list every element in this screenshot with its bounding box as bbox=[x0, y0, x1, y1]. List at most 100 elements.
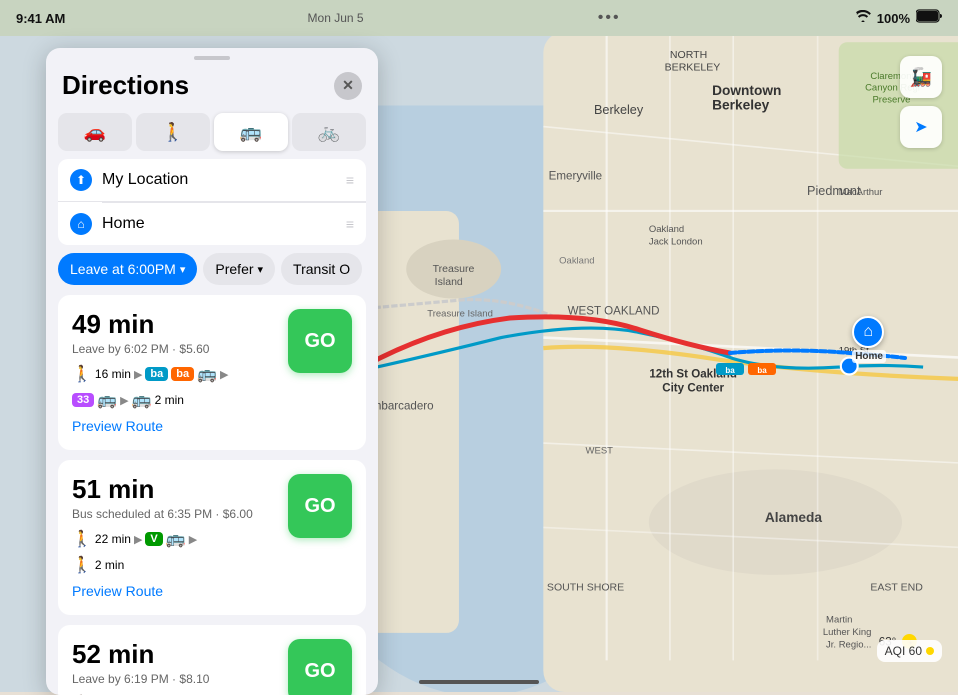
svg-text:NORTH: NORTH bbox=[670, 49, 707, 61]
destination-label: Home bbox=[102, 215, 336, 233]
origin-label: My Location bbox=[102, 171, 336, 189]
svg-text:Treasure: Treasure bbox=[433, 263, 475, 275]
svg-text:Luther King: Luther King bbox=[823, 627, 872, 638]
bart-badge-2: ba bbox=[171, 367, 194, 381]
route-2-time: 51 min bbox=[72, 474, 288, 505]
destination-drag-handle[interactable]: ≡ bbox=[346, 216, 354, 232]
bus-icon-2: 🚌 bbox=[97, 390, 117, 410]
route-2: 51 min Bus scheduled at 6:35 PM · $6.00 … bbox=[58, 460, 366, 615]
walk-2min: 2 min bbox=[155, 393, 184, 407]
bart-badge-1: ba bbox=[145, 367, 168, 381]
walk-duration: 16 min bbox=[95, 367, 131, 381]
transit-toggle-button[interactable]: 🚂 bbox=[900, 56, 942, 98]
arrow-1: ▶ bbox=[134, 368, 142, 381]
route-3: 52 min Leave by 6:19 PM · $8.10 🚶 5 min … bbox=[58, 625, 366, 695]
bus-icon-1: 🚌 bbox=[197, 364, 217, 384]
walk-icon-2: 🚶 bbox=[72, 529, 92, 549]
arrow-3: ▶ bbox=[120, 394, 128, 407]
aqi-label: AQI 60 bbox=[885, 644, 922, 658]
svg-text:Alameda: Alameda bbox=[765, 510, 822, 525]
svg-text:Jr. Regio...: Jr. Regio... bbox=[826, 640, 871, 651]
prefer-chevron: ▾ bbox=[258, 263, 264, 276]
walk-icon: 🚶 bbox=[72, 364, 92, 384]
destination-row[interactable]: ⌂ Home ≡ bbox=[58, 203, 366, 245]
svg-text:Martin: Martin bbox=[826, 614, 852, 625]
location-fields-wrapper: ⬆ My Location ≡ ⌂ Home ≡ bbox=[46, 159, 378, 245]
route-1-details: Leave by 6:02 PM · $5.60 bbox=[72, 342, 288, 356]
route-1: 49 min Leave by 6:02 PM · $5.60 🚶 16 min… bbox=[58, 295, 366, 450]
home-pin-icon: ⌂ bbox=[852, 316, 884, 348]
badge-v: V bbox=[145, 532, 162, 546]
route-1-time: 49 min bbox=[72, 309, 288, 340]
panel-header: Directions ✕ bbox=[46, 60, 378, 109]
leave-at-label: Leave at 6:00PM bbox=[70, 261, 176, 277]
leave-at-button[interactable]: Leave at 6:00PM ▾ bbox=[58, 253, 197, 285]
wifi-icon bbox=[855, 9, 871, 27]
svg-text:Jack London: Jack London bbox=[649, 237, 703, 248]
close-button[interactable]: ✕ bbox=[334, 72, 362, 100]
filters-row: Leave at 6:00PM ▾ Prefer ▾ Transit O bbox=[46, 253, 378, 295]
tab-walk[interactable]: 🚶 bbox=[136, 113, 210, 151]
home-pin: ⌂ Home bbox=[852, 316, 886, 363]
svg-text:Oakland: Oakland bbox=[559, 256, 594, 267]
status-dots: ••• bbox=[598, 9, 621, 27]
tab-transit[interactable]: 🚌 bbox=[214, 113, 288, 151]
route-3-go-button[interactable]: GO bbox=[288, 639, 352, 695]
route-3-time: 52 min bbox=[72, 639, 288, 670]
transit-options-button[interactable]: Transit O bbox=[281, 253, 362, 285]
directions-panel: Directions ✕ 🚗 🚶 🚌 🚲 ⬆ My Location ≡ ⌂ H… bbox=[46, 48, 378, 695]
route-2-preview[interactable]: Preview Route bbox=[72, 583, 163, 599]
svg-text:Emeryville: Emeryville bbox=[549, 169, 602, 182]
panel-title: Directions bbox=[62, 70, 189, 101]
route-1-preview[interactable]: Preview Route bbox=[72, 418, 163, 434]
prefer-button[interactable]: Prefer ▾ bbox=[203, 253, 275, 285]
origin-drag-handle[interactable]: ≡ bbox=[346, 172, 354, 188]
route-2-steps-bottom: 🚶 2 min bbox=[72, 555, 288, 575]
svg-text:WEST: WEST bbox=[586, 446, 614, 457]
svg-text:Berkeley: Berkeley bbox=[594, 103, 644, 117]
routes-container: 49 min Leave by 6:02 PM · $5.60 🚶 16 min… bbox=[46, 295, 378, 695]
route-1-go-button[interactable]: GO bbox=[288, 309, 352, 373]
arrow-2: ▶ bbox=[220, 368, 228, 381]
battery-icon bbox=[916, 9, 942, 28]
route-3-details: Leave by 6:19 PM · $8.10 bbox=[72, 672, 288, 686]
battery-percent: 100% bbox=[877, 11, 910, 26]
svg-text:WEST OAKLAND: WEST OAKLAND bbox=[568, 304, 660, 317]
route-2-go-button[interactable]: GO bbox=[288, 474, 352, 538]
location-arrow-button[interactable]: ➤ bbox=[900, 106, 942, 148]
svg-text:City Center: City Center bbox=[662, 381, 724, 394]
svg-text:EAST END: EAST END bbox=[870, 582, 923, 594]
map-controls: 🚂 ➤ bbox=[900, 56, 942, 148]
route-1-steps-bottom: 33 🚌 ▶ 🚌 2 min bbox=[72, 390, 288, 410]
route-2-steps-top: 🚶 22 min ▶ V 🚌 ▶ bbox=[72, 529, 288, 549]
prefer-label: Prefer bbox=[215, 261, 253, 277]
svg-text:BERKELEY: BERKELEY bbox=[665, 62, 721, 74]
status-time: 9:41 AM bbox=[16, 11, 65, 26]
home-location-icon: ⌂ bbox=[70, 213, 92, 235]
badge-33: 33 bbox=[72, 393, 94, 407]
svg-text:12th St Oakland: 12th St Oakland bbox=[649, 368, 737, 381]
walk-duration-2: 22 min bbox=[95, 532, 131, 546]
bottom-indicator bbox=[419, 680, 539, 684]
transport-tabs: 🚗 🚶 🚌 🚲 bbox=[46, 109, 378, 159]
svg-text:Oakland: Oakland bbox=[649, 224, 684, 235]
svg-text:Island: Island bbox=[435, 276, 463, 288]
bus-icon-3: 🚌 bbox=[132, 390, 152, 410]
location-fields: ⬆ My Location ≡ ⌂ Home ≡ bbox=[58, 159, 366, 245]
transit-options-label: Transit O bbox=[293, 261, 350, 277]
leave-at-chevron: ▾ bbox=[180, 263, 186, 276]
route-2-details: Bus scheduled at 6:35 PM · $6.00 bbox=[72, 507, 288, 521]
tab-bike[interactable]: 🚲 bbox=[292, 113, 366, 151]
arrow-4: ▶ bbox=[134, 533, 142, 546]
current-location-icon: ⬆ bbox=[70, 169, 92, 191]
origin-row[interactable]: ⬆ My Location ≡ bbox=[58, 159, 366, 202]
walk-icon-3: 🚶 bbox=[72, 555, 92, 575]
walk-2min-2: 2 min bbox=[95, 558, 124, 572]
arrow-5: ▶ bbox=[189, 533, 197, 546]
aqi-badge: AQI 60 bbox=[877, 640, 942, 662]
bus-icon-4: 🚌 bbox=[166, 529, 186, 549]
tab-drive[interactable]: 🚗 bbox=[58, 113, 132, 151]
svg-text:MacArthur: MacArthur bbox=[839, 187, 883, 198]
svg-text:Downtown: Downtown bbox=[712, 83, 781, 98]
route-1-steps-top: 🚶 16 min ▶ ba ba 🚌 ▶ bbox=[72, 364, 288, 384]
